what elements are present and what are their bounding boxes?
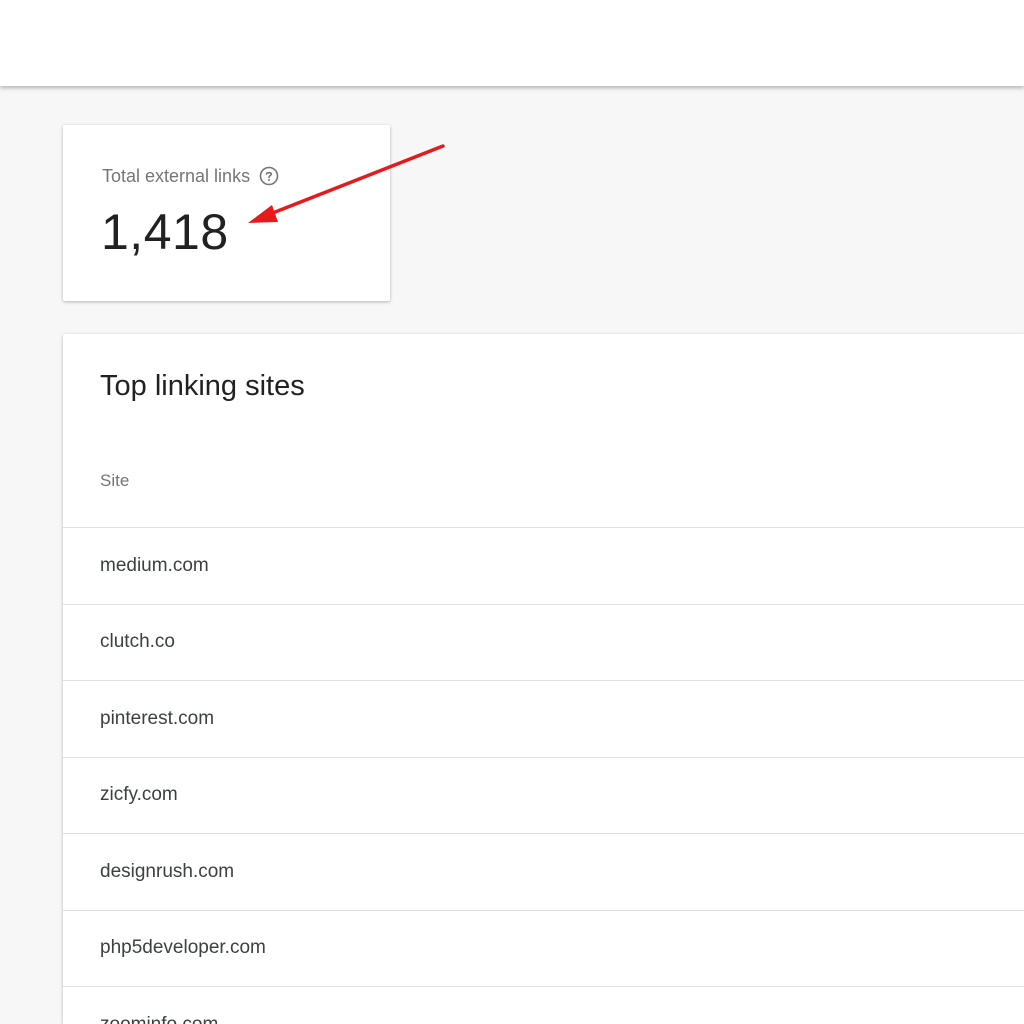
table-row[interactable]: php5developer.com xyxy=(63,909,1024,987)
help-circle-icon[interactable] xyxy=(259,166,279,186)
total-external-links-card: Total external links 1,418 xyxy=(63,125,390,301)
total-external-links-label: Total external links xyxy=(102,166,251,186)
total-external-links-value: 1,418 xyxy=(101,204,229,260)
sites-table-body: medium.com clutch.co pinterest.com zicfy… xyxy=(63,527,1024,1024)
table-row[interactable]: clutch.co xyxy=(63,603,1024,681)
table-row[interactable]: designrush.com xyxy=(63,833,1024,910)
column-header-site[interactable]: Site xyxy=(100,470,129,492)
stat-label-row: Total external links xyxy=(102,165,279,187)
card-title: Top linking sites xyxy=(100,370,305,402)
table-row[interactable]: medium.com xyxy=(63,527,1024,604)
top-linking-sites-card: Top linking sites Site medium.com clutch… xyxy=(63,334,1024,1024)
table-row[interactable]: zoominfo.com xyxy=(63,986,1024,1024)
table-row[interactable]: zicfy.com xyxy=(63,756,1024,834)
table-row[interactable]: pinterest.com xyxy=(63,680,1024,757)
top-app-bar xyxy=(0,0,1024,86)
